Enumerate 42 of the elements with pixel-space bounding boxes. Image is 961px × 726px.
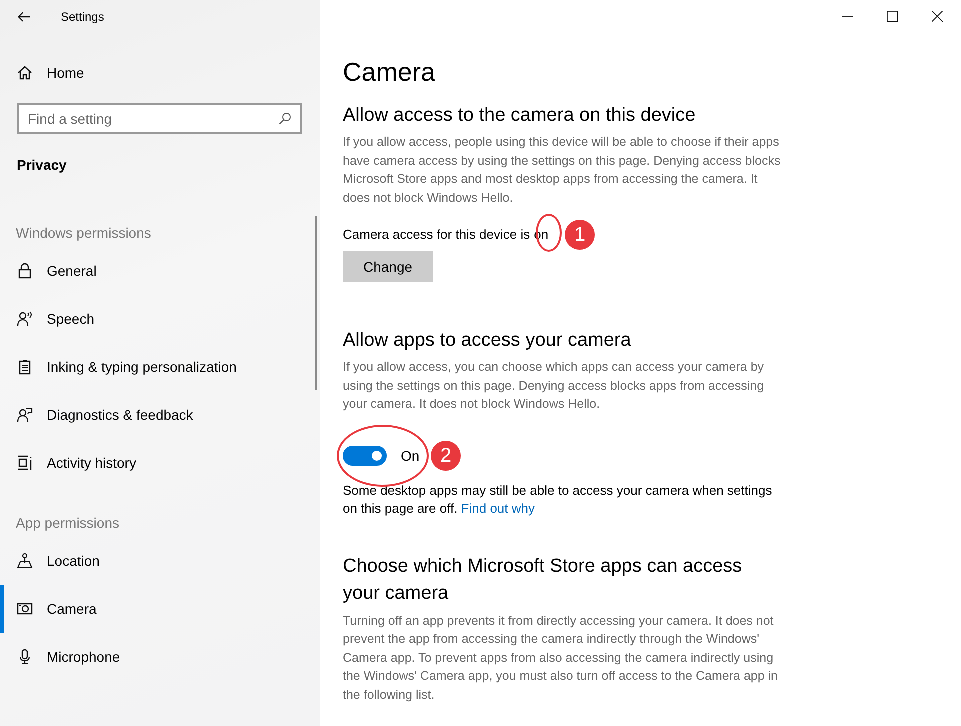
annotation-badge: 1 — [565, 220, 595, 250]
timeline-icon — [17, 455, 33, 471]
toggle-switch[interactable] — [343, 446, 387, 466]
nav-item[interactable]: Activity history — [0, 439, 320, 487]
nav-item[interactable]: Speech — [0, 295, 320, 343]
person-sound-icon — [17, 311, 33, 327]
back-arrow-icon[interactable] — [17, 10, 31, 24]
section-description: If you allow access, people using this device will be able to choose if their apps have camera access by using the settings on this page. Denying access blocks Microsoft Store apps and most desktop apps from accessing the camera. It does not block Windows Hello. — [343, 134, 782, 206]
clipboard-icon — [17, 359, 33, 375]
lock-icon — [17, 263, 33, 279]
section-title: Privacy — [16, 156, 68, 175]
person-feedback-icon — [17, 407, 33, 423]
scrollbar[interactable] — [315, 216, 317, 390]
toggle-label: On — [401, 448, 420, 464]
nav-item[interactable]: Microphone — [0, 633, 320, 681]
window-title: Settings — [61, 10, 104, 24]
home-icon — [17, 65, 33, 81]
nav-item[interactable]: Location — [0, 537, 320, 585]
group-heading: App permissions — [15, 514, 120, 533]
section-description: Turning off an app prevents it from directly accessing your camera. It does not prevent the app from accessing the camera indirectly through the Windows' Camera app. To prevent apps from also accessing the camera indirectly using the Windows' Camera app, you must also turn off access to the Camera app in the following list. — [343, 612, 780, 704]
page-title: Camera — [343, 57, 436, 88]
section-heading: Allow apps to access your camera — [343, 329, 632, 353]
section-heading: Allow access to the camera on this device — [343, 104, 697, 128]
annotation-badge: 2 — [431, 440, 461, 470]
microphone-icon — [17, 649, 33, 665]
nav-item[interactable]: General — [0, 247, 320, 295]
group-heading: Windows permissions — [15, 224, 152, 243]
change-button[interactable]: Change — [343, 251, 433, 282]
nav-item[interactable]: Diagnostics & feedback — [0, 391, 320, 439]
find-out-why-link[interactable]: Find out why — [461, 501, 535, 516]
status-text: Camera access for this device is — [343, 227, 530, 242]
maximize-icon[interactable] — [887, 11, 898, 22]
search-icon — [278, 112, 292, 126]
search-field[interactable]: Find a setting — [17, 103, 302, 134]
camera-icon — [17, 601, 33, 617]
home-nav-item[interactable]: Home — [0, 49, 320, 97]
location-pin-icon — [17, 553, 33, 569]
close-icon[interactable] — [932, 11, 943, 22]
note-text: Some desktop apps may still be able to access your camera when settings on this page are off. Find out why — [343, 482, 774, 518]
section-description: If you allow access, you can choose which apps can access your camera by using the settings on this page. Denying access blocks apps from accessing your camera. It does not block Windows Hello. — [343, 359, 766, 413]
section-heading: Choose which Microsoft Store apps can access your camera — [343, 554, 744, 606]
nav-item[interactable]: Inking & typing personalization — [0, 343, 320, 391]
